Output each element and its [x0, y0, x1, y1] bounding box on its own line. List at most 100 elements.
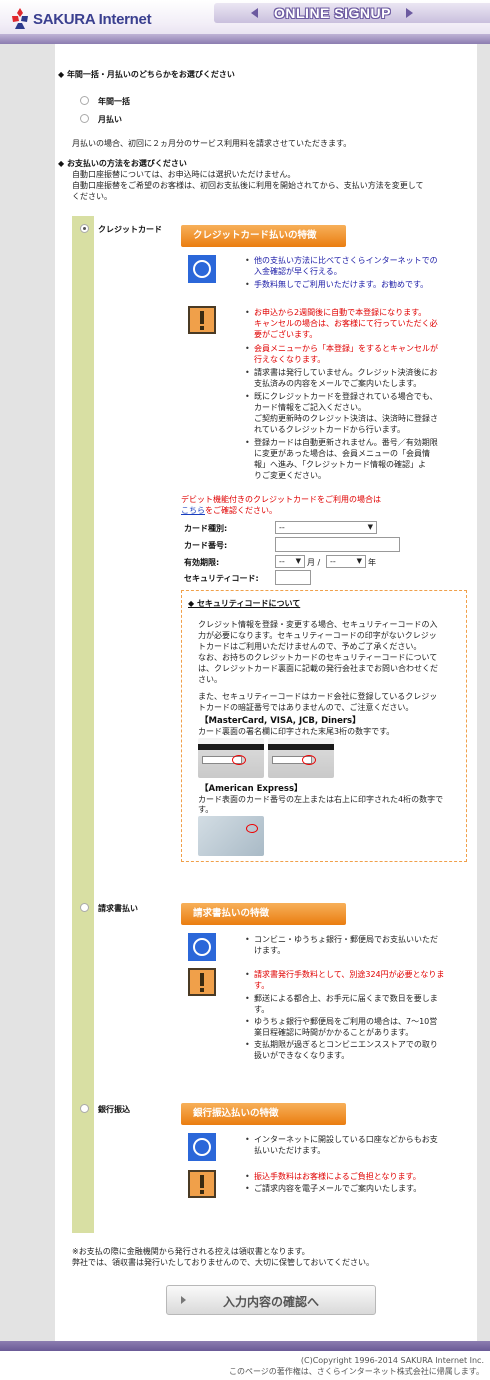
- security-code-marker: [232, 755, 246, 765]
- arrow-left-icon: [251, 8, 258, 18]
- invoice-caution-1a: 郵送による都合上、お手元に届くまで数日を要しま: [245, 993, 438, 1004]
- credit-caution-2a: 既にクレジットカードを登録されている場合でも、: [245, 391, 438, 402]
- brands-a-desc: カード裏面の署名欄に印字された末尾3桁の数字です。: [198, 727, 395, 736]
- credit-caution-2d: れているクレジットカードから行います。: [254, 425, 405, 434]
- invoice-caution-2a: ゆうちょ銀行や郵便局をご利用の場合は、7〜10営: [245, 1016, 437, 1027]
- card-back-image-1: [198, 738, 264, 778]
- expiry-year-select[interactable]: -- ▼: [326, 555, 366, 568]
- method-note-1: 自動口座振替については、お申込時には選択いただけません。: [72, 170, 296, 179]
- debit-note: デビット機能付きのクレジットカードをご利用の場合は: [181, 495, 381, 504]
- method-question: ◆ お支払いの方法をお選びください: [58, 159, 187, 168]
- card-back-image-2: [268, 738, 334, 778]
- card-type-value: --: [279, 523, 285, 532]
- credit-caution-3c: 報」へ進み、「クレジットカード情報の確認」よ: [254, 460, 426, 469]
- debit-link-line: こちらをご確認ください。: [181, 505, 277, 516]
- credit-caution-red-1c: 要がございます。: [254, 330, 318, 339]
- period-note: 月払いの場合、初回に２ヵ月分のサービス利用料を請求させていただきます。: [72, 139, 352, 148]
- invoice-merit-1b: けます。: [254, 946, 286, 955]
- credit-caution-3a: 登録カードは自動更新されません。番号／有効期限: [245, 437, 438, 448]
- card-number-label: カード番号:: [184, 541, 228, 550]
- security-line-5: は、クレジットカード裏面に記載の発行会社までお問い合わせくだ: [198, 664, 438, 673]
- signup-banner: ONLINE SIGNUP: [214, 3, 490, 23]
- debit-link[interactable]: こちら: [181, 506, 205, 515]
- security-code-marker: [302, 755, 316, 765]
- security-code-input[interactable]: [275, 570, 311, 585]
- credit-caution-1b: 支払済みの内容をメールでご案内いたします。: [254, 379, 422, 388]
- card-number-input[interactable]: [275, 537, 400, 552]
- credit-caution-red-1b: キャンセルの場合は、お客様にて行っていただく必: [254, 319, 438, 328]
- radio-annual-label: 年間一括: [98, 97, 130, 106]
- logo-text: SAKURA Internet: [33, 11, 152, 28]
- radio-invoice[interactable]: [80, 903, 89, 912]
- security-line-7: また、セキュリティーコードはカード会社に登録しているクレジッ: [198, 692, 438, 701]
- credit-merit-1b: 入金確認が早く行える。: [254, 267, 342, 276]
- brands-b-desc-2: す。: [198, 805, 214, 814]
- expiry-month-select[interactable]: -- ▼: [275, 555, 305, 568]
- dropdown-arrow-icon: ▼: [356, 557, 362, 565]
- period-question: ◆ 年間一括・月払いのどちらかをお選びください: [58, 70, 235, 79]
- credit-caution-2b: カード情報をご記入ください。: [254, 403, 366, 412]
- card-type-select[interactable]: -- ▼: [275, 521, 377, 534]
- site-header: SAKURA Internet ONLINE SIGNUP: [0, 0, 490, 44]
- security-box-title: ◆ セキュリティコードについて: [188, 599, 301, 608]
- warning-icon: [188, 1170, 216, 1198]
- security-line-3: トカードはご利用いただけませんので、予めご了承ください。: [198, 642, 422, 651]
- signup-title: ONLINE SIGNUP: [274, 5, 391, 21]
- circle-good-icon: [188, 933, 216, 961]
- circle-good-icon: [188, 255, 216, 283]
- left-margin: [0, 44, 55, 1341]
- invoice-caution-red-1b: す。: [254, 981, 270, 990]
- security-line-2: 力が必要になります。セキュリティーコードの印字がないクレジッ: [198, 631, 437, 640]
- bank-caution-1: ご請求内容を電子メールでご案内いたします。: [245, 1183, 421, 1194]
- radio-bank-label: 銀行振込: [98, 1105, 130, 1114]
- credit-merit-2: 手数料無しでご利用いただけます。お勧めです。: [245, 279, 428, 290]
- credit-caution-red-2a: 会員メニューから「本登録」をするとキャンセルが: [245, 343, 438, 354]
- confirm-button-label: 入力内容の確認へ: [223, 1295, 320, 1309]
- radio-credit-label: クレジットカード: [98, 225, 162, 234]
- credit-caution-1a: 請求書は発行していません。クレジット決済後にお: [245, 367, 438, 378]
- security-line-4: なお、お持ちのクレジットカードのセキュリティーコードについて: [198, 653, 438, 662]
- copyright-rights: このページの著作権は、さくらインターネット株式会社に帰属します。: [228, 1367, 484, 1376]
- confirm-button[interactable]: 入力内容の確認へ: [166, 1285, 376, 1315]
- bank-features-header: 銀行振込払いの特徴: [181, 1103, 346, 1125]
- credit-caution-3b: に変更があった場合は、会員メニューの「会員情: [254, 449, 430, 458]
- expiry-label: 有効期限:: [184, 558, 220, 567]
- radio-monthly-label: 月払い: [98, 115, 122, 124]
- radio-invoice-label: 請求書払い: [98, 904, 138, 913]
- security-code-label: セキュリティコード:: [184, 574, 259, 583]
- security-line-1: クレジット情報を登録・変更する場合、セキュリティーコードの入: [198, 620, 438, 629]
- radio-credit[interactable]: [80, 224, 89, 233]
- credit-features-header: クレジットカード払いの特徴: [181, 225, 346, 247]
- method-note-2: 自動口座振替をご希望のお客様は、初回お支払後に利用を開始されてから、支払い方法を…: [72, 181, 424, 190]
- warning-icon: [188, 968, 216, 996]
- brands-b-desc-1: カード表面のカード番号の左上または右上に印字された4桁の数字で: [198, 795, 444, 804]
- debit-link-tail: をご確認ください。: [205, 506, 277, 515]
- year-unit: 年: [368, 558, 376, 567]
- card-type-label: カード種別:: [184, 524, 228, 533]
- invoice-caution-red-1a: 請求書発行手数料として、別途324円が必要となりま: [245, 969, 444, 980]
- sakura-logo-icon: [12, 8, 28, 29]
- play-arrow-icon: [181, 1296, 186, 1304]
- radio-monthly[interactable]: [80, 114, 89, 123]
- security-code-marker: [246, 824, 258, 833]
- arrow-right-icon: [406, 8, 413, 18]
- invoice-merit-1a: コンビニ・ゆうちょ銀行・郵便局でお支払いいただ: [245, 934, 438, 945]
- invoice-features-header: 請求書払いの特徴: [181, 903, 346, 925]
- credit-caution-2c: ご契約更新時のクレジット決済は、決済時に登録さ: [254, 414, 438, 423]
- credit-merit-1a: 他の支払い方法に比べてさくらインターネットでの: [245, 255, 438, 266]
- invoice-caution-3a: 支払期限が過ぎるとコンビニエンスストアでの取り: [245, 1039, 438, 1050]
- warning-icon: [188, 306, 216, 334]
- receipt-note-2: 弊社では、領収書は発行いたしておりませんので、大切に保管しておいてください。: [72, 1258, 374, 1267]
- security-code-info-box: ◆ セキュリティコードについて クレジット情報を登録・変更する場合、セキュリティ…: [181, 590, 467, 862]
- radio-annual[interactable]: [80, 96, 89, 105]
- footer-band: [0, 1341, 490, 1351]
- radio-bank[interactable]: [80, 1104, 89, 1113]
- bank-merit-1a: インターネットに開設している口座などからもお支: [245, 1134, 438, 1145]
- bank-caution-red-1: 振込手数料はお客様によるご負担となります。: [245, 1171, 421, 1182]
- month-unit: 月 /: [307, 558, 321, 567]
- invoice-caution-1b: す。: [254, 1005, 270, 1014]
- invoice-caution-2b: 業日程確認に時間がかかることがあります。: [254, 1028, 414, 1037]
- method-radio-column: [72, 216, 94, 1233]
- expiry-year-value: --: [330, 557, 336, 566]
- credit-caution-red-1a: お申込から2週間後に自動で本登録になります。: [245, 307, 426, 318]
